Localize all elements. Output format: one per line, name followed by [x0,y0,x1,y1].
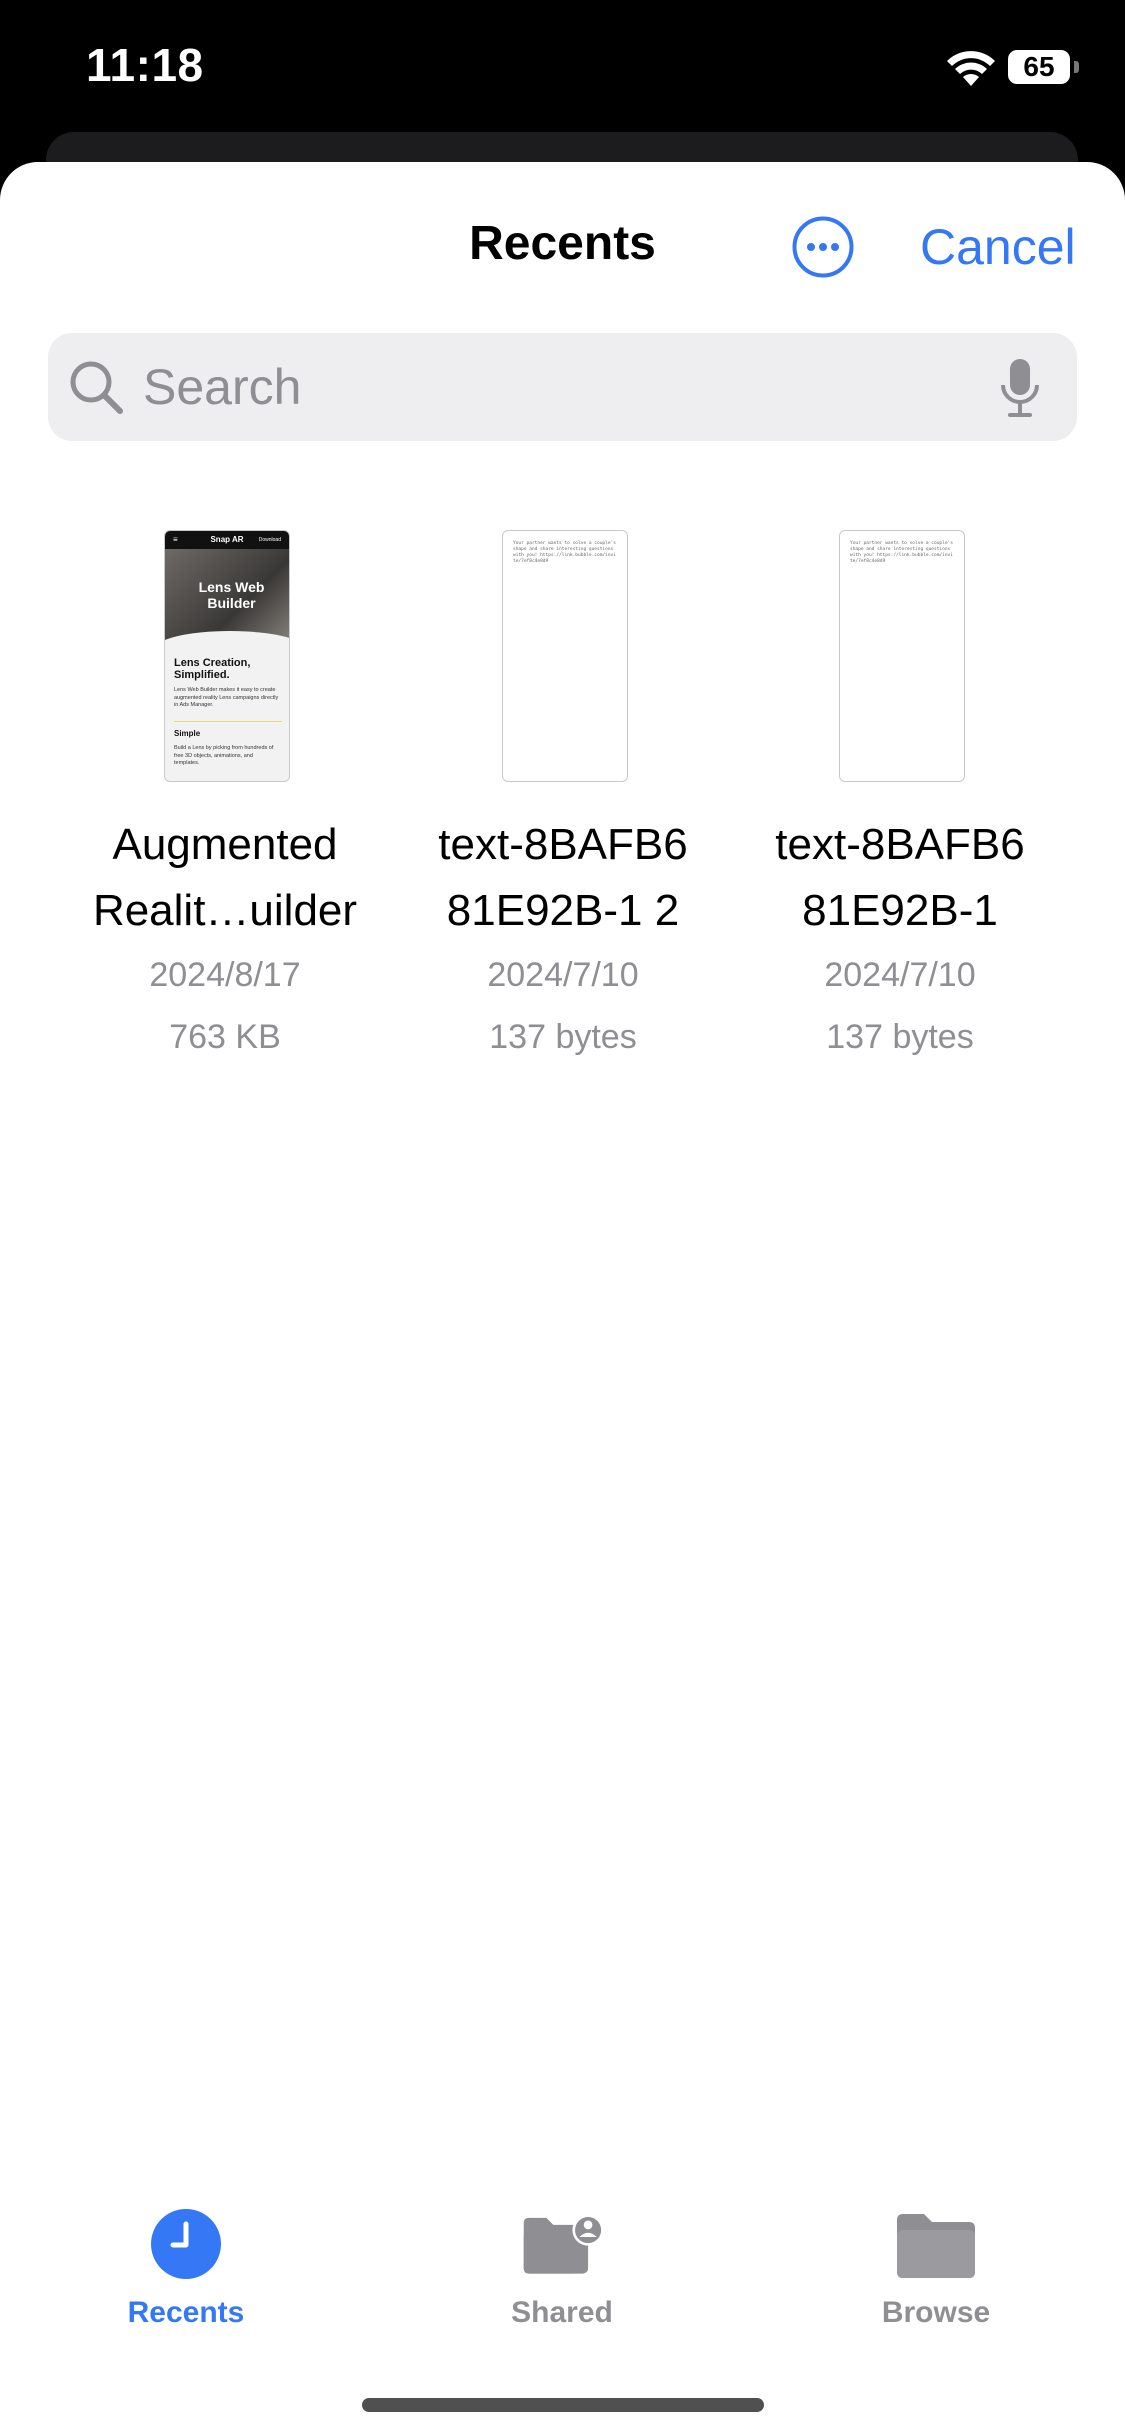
battery-icon: 65 [1008,50,1070,84]
file-item[interactable]: ≡ Snap AR Download Lens Web Builder Lens… [75,530,375,1068]
thumbnail-subheading: Simple [174,729,201,738]
file-size: 137 bytes [489,1018,637,1056]
cancel-button[interactable]: Cancel [920,218,1076,276]
thumbnail-body-2: Build a Lens by picking from hundreds of… [174,745,274,766]
file-thumbnail: Your partner wants to solve a couple's s… [502,530,628,782]
status-bar: 11:18 65 [0,0,1125,140]
file-thumbnail: ≡ Snap AR Download Lens Web Builder Lens… [164,530,290,782]
tab-shared[interactable]: Shared [442,2208,682,2330]
file-date: 2024/7/10 [824,956,976,994]
home-indicator[interactable] [362,2398,764,2412]
thumbnail-divider [174,721,282,722]
tab-browse[interactable]: Browse [816,2208,1056,2330]
file-name-line-1: text-8BAFB6 [438,820,688,869]
file-name-line-1: Augmented [112,820,338,869]
more-options-icon[interactable] [792,216,854,278]
thumbnail-action: Download [258,537,281,543]
tab-recents[interactable]: Recents [66,2208,306,2330]
search-icon [70,361,123,414]
file-name-line-2: 81E92B-1 2 [446,886,680,935]
thumbnail-body: Lens Web Builder makes it easy to create… [174,687,279,708]
search-bar[interactable] [48,333,1077,441]
search-input[interactable] [143,333,973,441]
file-name-line-1: text-8BAFB6 [775,820,1025,869]
file-thumbnail-wrap: ≡ Snap AR Download Lens Web Builder Lens… [75,530,375,786]
thumbnail-text: Your partner wants to solve a couple's s… [513,541,616,564]
thumbnail-heading: Lens Creation, Simplified. [174,657,251,681]
document-picker-sheet: Recents Cancel ≡ Snap AR Download [0,162,1125,2436]
thumbnail-hero-text: Lens Web Builder [198,579,265,611]
shared-folder-icon [523,2214,602,2274]
file-name-line-2: 81E92B-1 [802,886,998,935]
tab-label: Browse [881,2296,991,2329]
file-thumbnail-wrap: Your partner wants to solve a couple's s… [413,530,713,786]
battery-level: 65 [1023,51,1055,82]
file-item[interactable]: Your partner wants to solve a couple's s… [750,530,1050,1068]
status-time: 11:18 [86,39,204,91]
tab-label: Recents [127,2296,245,2329]
folder-icon [897,2214,975,2278]
battery-cap [1074,61,1079,73]
file-size: 137 bytes [826,1018,974,1056]
thumbnail-text: Your partner wants to solve a couple's s… [850,541,953,564]
microphone-icon[interactable] [1000,357,1040,419]
file-name: text-8BAFB6 81E92B-1 [750,812,1050,944]
file-item[interactable]: Your partner wants to solve a couple's s… [413,530,713,1068]
file-thumbnail: Your partner wants to solve a couple's s… [839,530,965,782]
file-name-line-2: Realit…uilder [92,886,358,935]
clock-icon [151,2209,221,2279]
tab-bar: Recents Shared Browse [0,2168,1125,2436]
file-name: text-8BAFB6 81E92B-1 2 [413,812,713,944]
file-date: 2024/8/17 [149,956,301,994]
file-name: Augmented Realit…uilder [75,812,375,944]
file-date: 2024/7/10 [487,956,639,994]
file-thumbnail-wrap: Your partner wants to solve a couple's s… [750,530,1050,786]
file-size: 763 KB [169,1018,281,1056]
thumbnail-navbar: ≡ Snap AR Download [165,531,289,549]
wifi-icon [947,51,995,86]
tab-label: Shared [511,2296,613,2329]
